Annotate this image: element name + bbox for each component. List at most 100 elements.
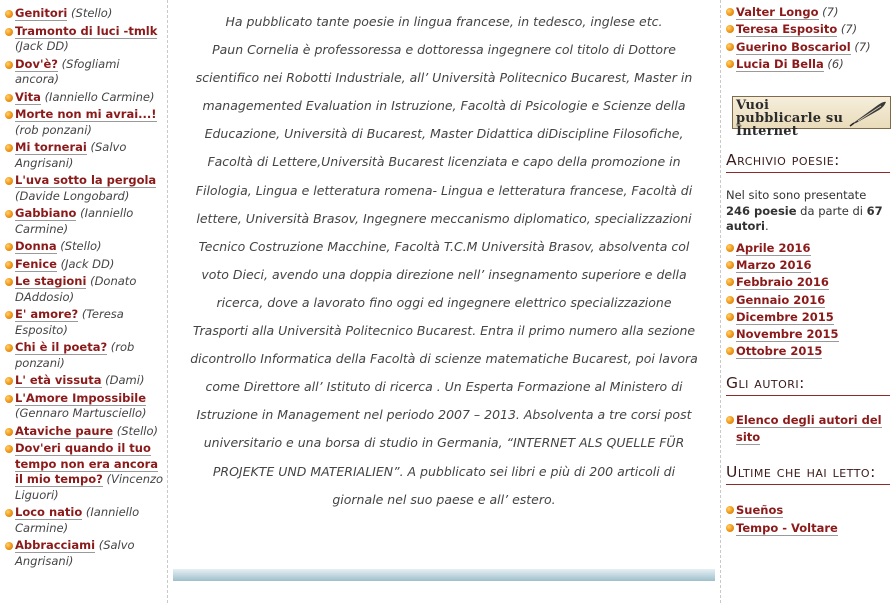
poem-title-link[interactable]: Fenice: [15, 256, 57, 272]
poem-title-link[interactable]: Tramonto di luci -tmlk: [15, 23, 158, 39]
list-item: Ottobre 2015: [726, 343, 890, 360]
bullet-icon: [5, 311, 13, 319]
poem-author: (Stello): [116, 423, 159, 438]
poems-count: 246 poesie: [726, 203, 797, 218]
bullet-icon: [5, 27, 13, 36]
poem-author: (rob ponzani): [15, 122, 92, 137]
list-item: Teresa Esposito (7): [726, 21, 890, 38]
bullet-icon: [5, 394, 13, 403]
poem-title-link[interactable]: L'Amore Impossibile: [15, 390, 147, 406]
poem-author: (Jack DD): [60, 256, 115, 271]
list-item: E' amore? (Teresa Esposito): [5, 307, 167, 338]
list-item: Fenice (Jack DD): [5, 256, 167, 273]
list-item: Guerino Boscariol (7): [726, 39, 890, 56]
bullet-icon: [726, 523, 734, 532]
list-item: Lucia Di Bella (6): [726, 56, 890, 73]
bio-paragraph-2: Paun Cornelia è professoressa e dottores…: [190, 42, 698, 507]
bullet-icon: [5, 60, 13, 69]
poem-title-link[interactable]: Abbracciami: [15, 538, 96, 553]
poem-title-link[interactable]: E' amore?: [15, 307, 79, 322]
archive-month-link[interactable]: Novembre 2015: [736, 327, 839, 343]
list-item: Febbraio 2016: [726, 274, 890, 291]
list-item: Morte non mi avrai...! (rob ponzani): [5, 107, 167, 138]
quill-pen-icon: [849, 101, 886, 127]
bullet-icon: [726, 42, 734, 51]
right-sidebar: Valter Longo (7) Teresa Esposito (7) Gueri…: [720, 0, 896, 603]
archive-month-link[interactable]: Febbraio 2016: [736, 275, 829, 291]
poem-author: (Stello): [71, 6, 113, 20]
author-link[interactable]: Valter Longo: [736, 5, 819, 20]
publish-banner[interactable]: Vuoi pubblicarle su Internet: [732, 96, 891, 138]
bullet-icon: [5, 177, 13, 185]
list-item: Gabbiano (Ianniello Carmine): [5, 206, 167, 237]
recent-poem-link[interactable]: Tempo - Voltare: [736, 520, 838, 536]
list-item: Sueños: [726, 502, 890, 519]
author-link[interactable]: Teresa Esposito: [736, 22, 838, 38]
archive-months-list: Aprile 2016 Marzo 2016 Febbraio 2016 Gennai…: [726, 240, 890, 361]
poem-title-link[interactable]: Chi è il poeta?: [15, 340, 108, 355]
archive-month-link[interactable]: Ottobre 2015: [736, 344, 823, 360]
list-item: Le stagioni (Donato DAddosio): [5, 274, 167, 305]
archive-month-link[interactable]: Gennaio 2016: [736, 292, 826, 308]
poem-title-link[interactable]: Mi tornerai: [15, 140, 87, 155]
poem-author: (Jack DD): [15, 39, 69, 53]
list-item: Dov'è? (Sfogliami ancora): [5, 56, 167, 88]
author-biography: Ha pubblicato tante poesie in lingua fra…: [173, 0, 715, 514]
bullet-icon: [726, 8, 734, 16]
bullet-icon: [5, 509, 13, 517]
archive-month-link[interactable]: Dicembre 2015: [736, 309, 834, 325]
list-item: L'Amore Impossibile (Gennaro Martusciell…: [5, 390, 167, 422]
list-item: Chi è il poeta? (rob ponzani): [5, 340, 167, 371]
bullet-icon: [726, 506, 734, 515]
archive-summary: Nel sito sono presentate 246 poesie da p…: [726, 188, 883, 234]
list-item: Novembre 2015: [726, 326, 890, 343]
bullet-icon: [726, 25, 734, 34]
archive-month-link[interactable]: Marzo 2016: [736, 257, 812, 273]
list-item: Abbracciami (Salvo Angrisani): [5, 538, 167, 569]
poem-author: (Ianniello Carmine): [44, 89, 155, 104]
bio-paragraph-1: Ha pubblicato tante poesie in lingua fra…: [225, 14, 663, 29]
list-item: Mi tornerai (Salvo Angrisani): [5, 140, 167, 171]
bullet-icon: [5, 427, 13, 436]
list-item: L' età vissuta (Dami): [5, 373, 167, 389]
poem-title-link[interactable]: Vita: [15, 89, 41, 105]
poem-title-link[interactable]: Gabbiano: [15, 206, 77, 221]
bullet-icon: [726, 59, 734, 68]
poem-count: (7): [822, 5, 839, 19]
bullet-icon: [726, 243, 734, 252]
recent-poem-link[interactable]: Sueños: [736, 503, 784, 519]
list-item: L'uva sotto la pergola (Davide Longobard…: [5, 173, 167, 204]
poem-title-link[interactable]: Genitori: [15, 6, 68, 21]
list-item: Marzo 2016: [726, 257, 890, 274]
poem-title-link[interactable]: Dov'è?: [15, 56, 58, 72]
bullet-icon: [5, 260, 13, 269]
list-item: Dov'eri quando il tuo tempo non era anco…: [5, 441, 167, 503]
bullet-icon: [726, 260, 734, 269]
bullet-icon: [5, 445, 13, 453]
author-link[interactable]: Guerino Boscariol: [736, 39, 851, 55]
poem-count: (7): [854, 39, 871, 54]
content-footer-bar: [173, 569, 715, 581]
poem-title-link[interactable]: Morte non mi avrai...!: [15, 107, 157, 122]
author-link[interactable]: Lucia Di Bella: [736, 56, 824, 72]
bullet-icon: [5, 542, 13, 550]
poem-title-link[interactable]: L' età vissuta: [15, 373, 102, 388]
bullet-icon: [726, 278, 734, 287]
poem-count: (7): [840, 22, 858, 37]
poem-title-link[interactable]: Le stagioni: [15, 274, 87, 289]
bullet-icon: [5, 93, 13, 102]
bullet-icon: [5, 278, 13, 286]
authors-list-link[interactable]: Elenco degli autori del sito: [736, 412, 882, 446]
poem-title-link[interactable]: L'uva sotto la pergola: [15, 173, 157, 188]
poem-title-link[interactable]: Loco natio: [15, 505, 83, 520]
list-item: Vita (Ianniello Carmine): [5, 89, 167, 106]
bullet-icon: [5, 344, 13, 352]
recent-read-heading: Ultime che hai letto:: [726, 463, 890, 486]
poem-author: (Davide Longobard): [15, 188, 130, 203]
list-item: Aprile 2016: [726, 240, 890, 257]
archive-month-link[interactable]: Aprile 2016: [736, 240, 811, 256]
poem-title-link[interactable]: Donna: [15, 239, 57, 254]
list-item: Dicembre 2015: [726, 309, 890, 326]
poem-title-link[interactable]: Ataviche paure: [15, 423, 114, 439]
bullet-icon: [726, 330, 734, 339]
